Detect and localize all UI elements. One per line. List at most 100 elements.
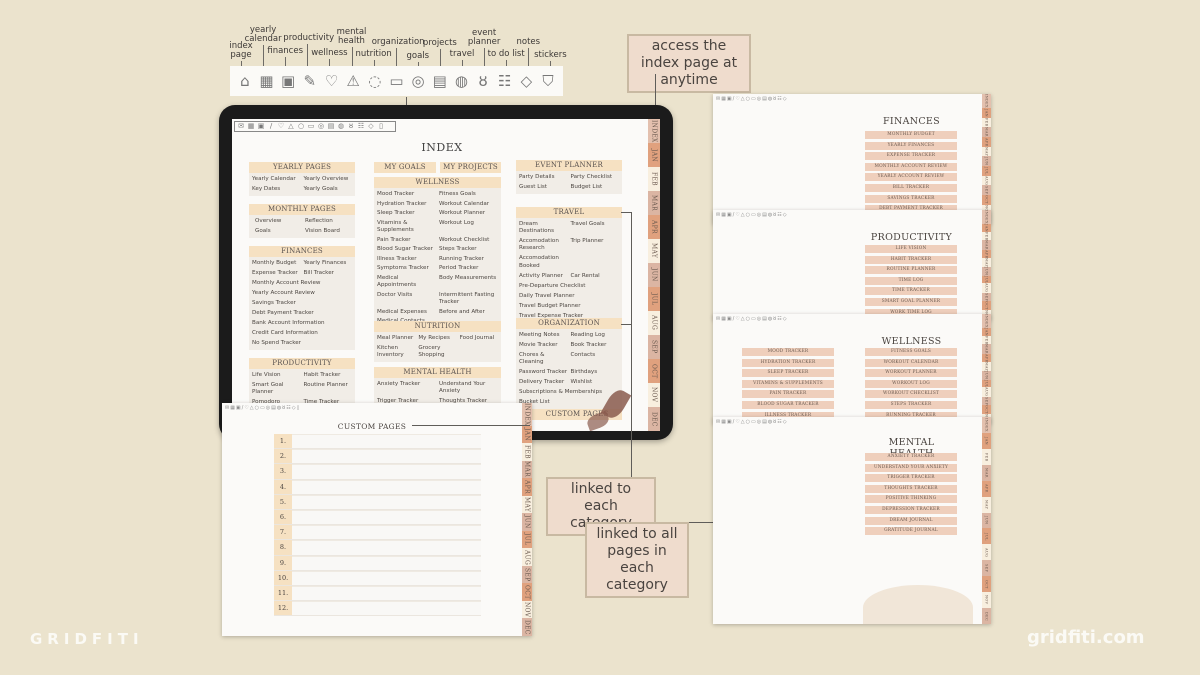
index-link[interactable]: Grocery Shopping xyxy=(418,345,456,359)
page-link-pill[interactable]: WORKOUT CHECKLIST xyxy=(865,390,957,399)
page-link-pill[interactable]: HABIT TRACKER xyxy=(865,255,957,264)
index-link[interactable]: Vision Board xyxy=(305,228,352,235)
month-tab-may[interactable]: MAY xyxy=(648,239,660,263)
index-link[interactable]: Accomodation Research xyxy=(519,238,568,252)
custom-page-entry[interactable] xyxy=(292,479,481,494)
page-link-pill[interactable]: STEPS TRACKER xyxy=(865,400,957,409)
index-link[interactable]: Party Checklist xyxy=(571,174,620,181)
index-link[interactable]: Workout Checklist xyxy=(439,237,498,244)
month-tab-jul[interactable]: JUL xyxy=(522,530,532,549)
mini-toolbar[interactable]: ✉▦▣/♡△○▭◎▤◍ȣ☷◇ xyxy=(716,212,788,218)
mini-toolbar[interactable]: ✉▦▣/♡△○▭◎▤◍ȣ☷◇ xyxy=(716,316,788,322)
index-link[interactable]: Goals xyxy=(255,228,302,235)
page-link-pill[interactable]: YEARLY ACCOUNT REVIEW xyxy=(865,173,957,182)
month-tab-oct[interactable]: OCT xyxy=(982,576,991,593)
month-tab-apr[interactable]: APR xyxy=(982,353,991,363)
month-tab-mar[interactable]: MAR xyxy=(982,344,991,354)
custom-page-entry[interactable] xyxy=(292,434,481,449)
toolbar-icon[interactable]: ▦ xyxy=(247,123,255,130)
custom-page-entry[interactable] xyxy=(292,509,481,525)
section-header[interactable]: EVENT PLANNER xyxy=(516,160,622,171)
custom-page-row[interactable]: 11. xyxy=(274,585,481,602)
month-tab-mar[interactable]: MAR xyxy=(522,460,532,479)
index-link[interactable]: Hydration Tracker xyxy=(377,201,436,208)
index-link[interactable]: Activity Planner xyxy=(519,273,568,280)
index-link[interactable]: Expense Tracker xyxy=(252,270,301,277)
custom-page-row[interactable]: 10. xyxy=(274,570,481,586)
month-tab-feb[interactable]: FEB xyxy=(522,443,532,461)
month-tab-index[interactable]: INDEX xyxy=(982,94,991,108)
index-link[interactable]: Monthly Budget xyxy=(252,260,301,267)
toolbar-icon[interactable]: ȣ xyxy=(347,123,355,130)
page-link-pill[interactable]: MONTHLY BUDGET xyxy=(865,131,957,139)
index-link[interactable]: Yearly Overview xyxy=(304,176,353,183)
page-link-pill[interactable]: MONTHLY ACCOUNT REVIEW xyxy=(865,162,957,171)
toolbar-icon[interactable]: ▣ xyxy=(257,123,265,130)
index-link[interactable]: Understand Your Anxiety xyxy=(439,381,498,395)
index-link[interactable]: Travel Budget Planner xyxy=(519,303,619,310)
custom-page-row[interactable]: 7. xyxy=(274,525,481,541)
month-tab-sep[interactable]: SEP xyxy=(982,560,991,577)
page-link-pill[interactable]: SLEEP TRACKER xyxy=(742,369,834,378)
custom-page-row[interactable]: 8. xyxy=(274,540,481,556)
month-tab-apr[interactable]: APR xyxy=(522,478,532,496)
meditation-icon[interactable]: ⚠ xyxy=(344,72,362,90)
page-link-pill[interactable]: WORKOUT LOG xyxy=(865,379,957,388)
index-link[interactable]: Workout Planner xyxy=(439,210,498,217)
month-tab-aug[interactable]: AUG xyxy=(982,544,991,561)
page-link-pill[interactable]: VITAMINS & SUPPLEMENTS xyxy=(742,379,834,388)
custom-page-row[interactable]: 1. xyxy=(274,434,481,450)
page-link-pill[interactable]: EXPENSE TRACKER xyxy=(865,152,957,161)
section-header[interactable]: MENTAL HEALTH xyxy=(374,367,501,378)
index-link[interactable]: Debt Payment Tracker xyxy=(252,310,352,317)
month-tab-jun[interactable]: JUN xyxy=(522,513,532,531)
index-link[interactable]: Habit Tracker xyxy=(304,372,353,379)
toolbar-icon[interactable]: ◇ xyxy=(367,123,375,130)
mini-toolbar[interactable]: ✉▦▣/♡△○▭◎▤◍ȣ☷◇ xyxy=(716,419,788,425)
apple-icon[interactable]: ◌ xyxy=(366,72,384,90)
index-link[interactable]: Medical Expenses xyxy=(377,309,436,316)
mini-toolbar[interactable]: ✉▦▣/♡△○▭◎▤◍ȣ☷◇▯ xyxy=(234,121,396,132)
index-link[interactable]: Sleep Tracker xyxy=(377,210,436,217)
month-tab-aug[interactable]: AUG xyxy=(648,311,660,335)
index-link[interactable]: Birthdays xyxy=(571,369,620,376)
index-link[interactable]: My Recipes xyxy=(418,335,456,342)
index-link[interactable]: Anxiety Tracker xyxy=(377,381,436,395)
month-tab-aug[interactable]: AUG xyxy=(982,283,991,293)
custom-page-entry[interactable] xyxy=(292,570,481,585)
index-link[interactable]: Overview xyxy=(255,218,302,225)
balloons-icon[interactable]: ȣ xyxy=(474,72,492,90)
month-tab-feb[interactable]: FEB xyxy=(982,448,991,465)
page-link-pill[interactable]: BILL TRACKER xyxy=(865,183,957,192)
month-tab-dec[interactable]: DEC xyxy=(648,407,660,431)
index-link[interactable]: Vitamins & Supplements xyxy=(377,220,436,234)
page-link-pill[interactable]: MOOD TRACKER xyxy=(742,348,834,356)
index-link[interactable]: Accomodation Booked xyxy=(519,255,568,269)
page-link-pill[interactable]: THOUGHTS TRACKER xyxy=(865,484,957,493)
index-link[interactable]: Book Tracker xyxy=(571,342,620,349)
section-header[interactable]: MONTHLY PAGES xyxy=(249,204,355,215)
toolbar-icon[interactable]: ◎ xyxy=(317,123,325,130)
index-link[interactable]: Budget List xyxy=(571,184,620,191)
index-link[interactable]: Bank Account Information xyxy=(252,320,352,327)
custom-page-entry[interactable] xyxy=(292,449,481,464)
toolbar-icon[interactable]: ▤ xyxy=(327,123,335,130)
index-link[interactable]: Steps Tracker xyxy=(439,246,498,253)
index-link[interactable]: Credit Card Information xyxy=(252,330,352,337)
month-tab-oct[interactable]: OCT xyxy=(982,300,991,310)
month-tab-jan[interactable]: JAN xyxy=(982,107,991,118)
toolbar-icon[interactable]: ▭ xyxy=(307,123,315,130)
month-tab-aug[interactable]: AUG xyxy=(522,548,532,566)
custom-page-entry[interactable] xyxy=(292,464,481,479)
month-tab-nov[interactable]: NOV xyxy=(982,592,991,609)
page-link-pill[interactable]: ROUTINE PLANNER xyxy=(865,266,957,275)
month-tab-jan[interactable]: JAN xyxy=(982,327,991,336)
page-link-pill[interactable]: BLOOD SUGAR TRACKER xyxy=(742,400,834,409)
month-tab-mar[interactable]: MAR xyxy=(648,191,660,215)
index-link[interactable]: Doctor Visits xyxy=(377,292,436,306)
index-link[interactable]: Yearly Calendar xyxy=(252,176,301,183)
index-link[interactable]: Chores & Cleaning xyxy=(519,352,568,366)
custom-page-entry[interactable] xyxy=(292,525,481,540)
month-tab-dec[interactable]: DEC xyxy=(522,618,532,636)
month-tab-may[interactable]: MAY xyxy=(522,495,532,514)
